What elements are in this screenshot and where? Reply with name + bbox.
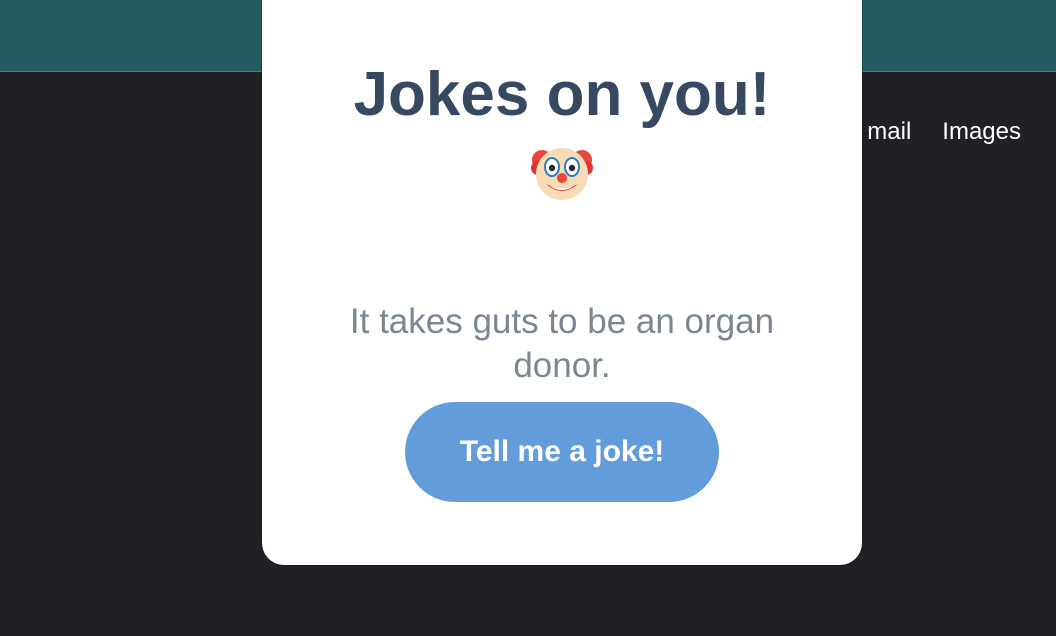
tell-joke-button[interactable]: Tell me a joke!	[405, 402, 719, 502]
nav-link-images[interactable]: Images	[942, 118, 1021, 146]
joke-text: It takes guts to be an organ donor.	[349, 302, 775, 385]
popup-title: Jokes on you!	[353, 60, 771, 129]
nav-link-mail[interactable]: mail	[867, 118, 911, 146]
background-nav: mail Images	[867, 118, 1021, 146]
clown-face-icon	[531, 148, 593, 200]
joke-popup: Jokes on you! It takes guts to be an org…	[262, 0, 862, 565]
